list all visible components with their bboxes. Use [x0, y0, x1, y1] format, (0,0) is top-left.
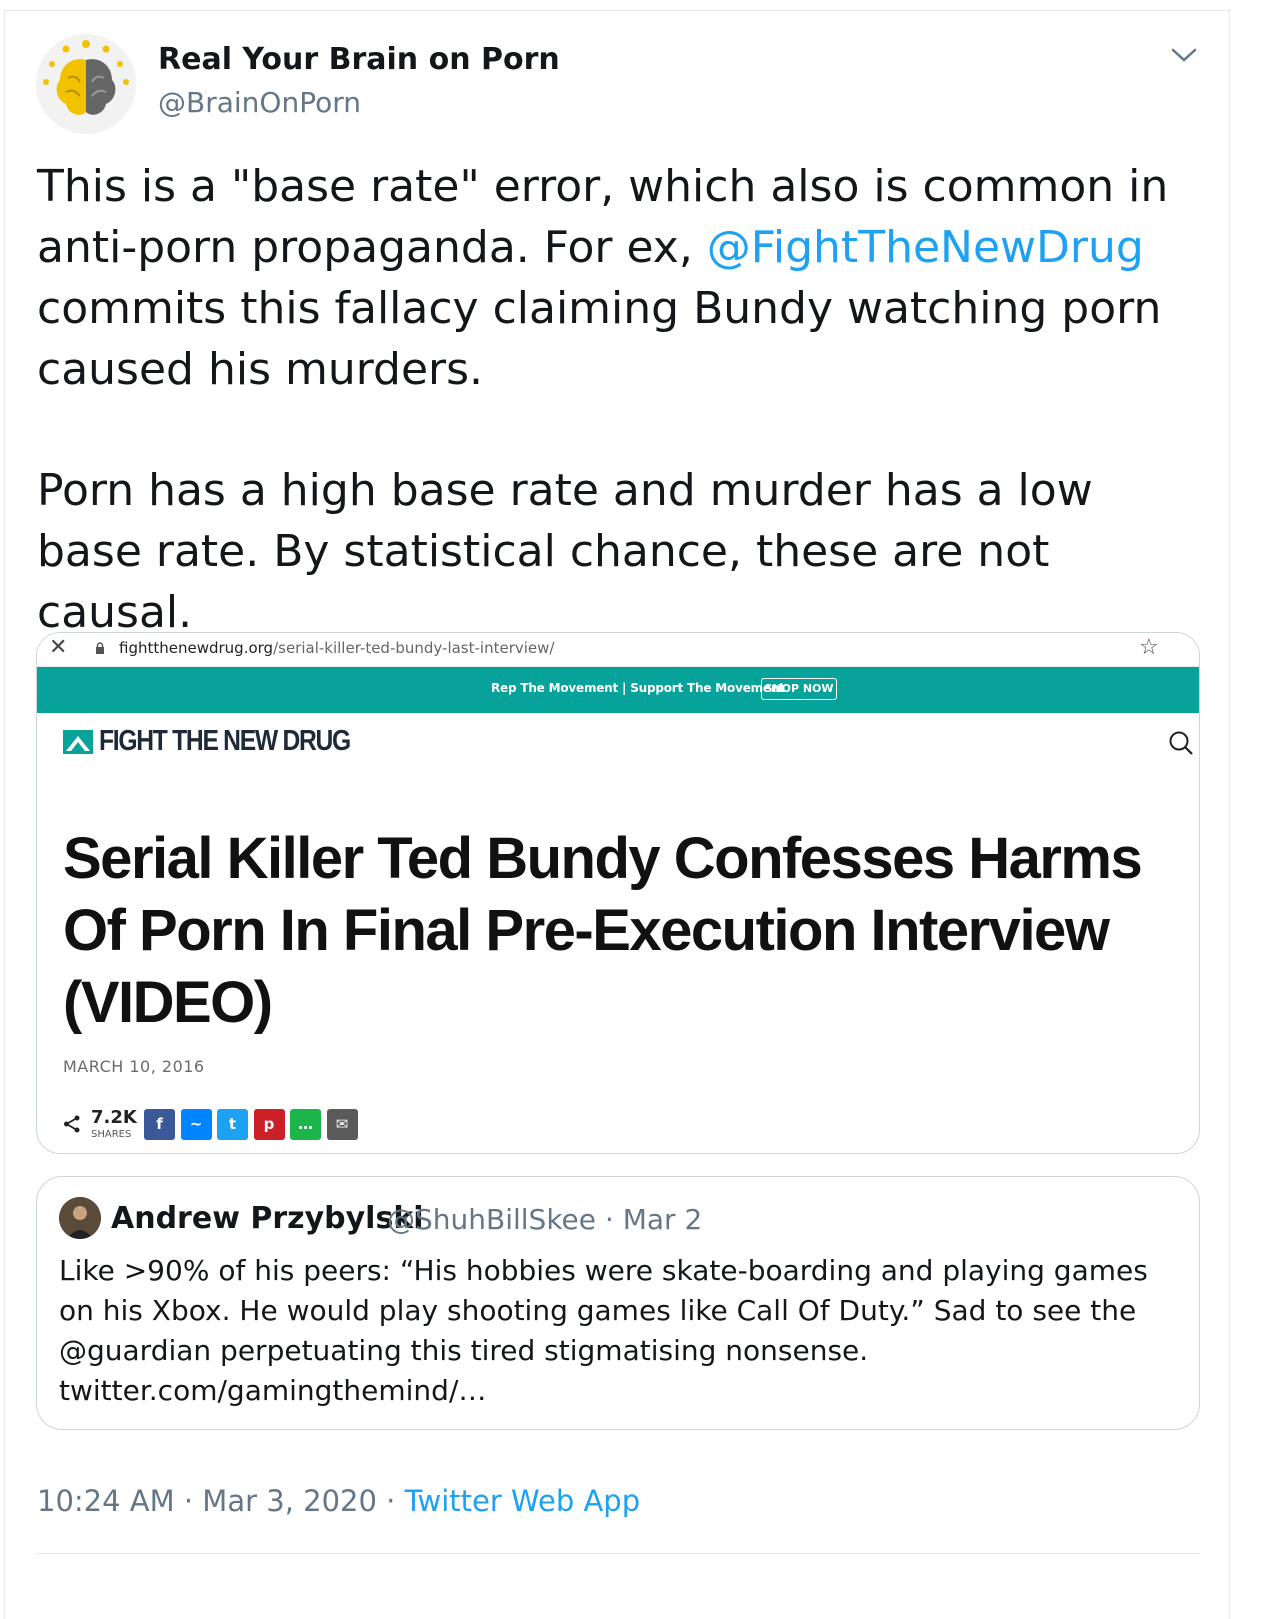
quoted-handle: @ShuhBillSkee: [387, 1203, 597, 1236]
tweet-text: This is a "base rate" error, which also …: [37, 156, 1207, 400]
sms-icon: …: [290, 1109, 321, 1140]
search-icon: [1169, 731, 1193, 755]
share-icon: [64, 1115, 80, 1133]
author-handle[interactable]: @BrainOnPorn: [158, 86, 361, 119]
promo-banner: Rep The Movement | Support The Movement …: [37, 667, 1199, 713]
url-domain: fightthenewdrug.org: [119, 639, 274, 657]
brain-logo-icon: [36, 34, 136, 134]
embedded-screenshot[interactable]: ✕ fightthenewdrug.org/serial-killer-ted-…: [36, 632, 1200, 1154]
promo-text: Rep The Movement | Support The Movement: [491, 681, 785, 695]
shop-now-button: SHOP NOW: [761, 678, 837, 700]
star-icon: ☆: [1139, 635, 1159, 660]
quoted-text: Like >90% of his peers: “His hobbies wer…: [59, 1254, 1148, 1407]
author-name[interactable]: Real Your Brain on Porn: [158, 42, 560, 77]
share-label: SHARES: [91, 1129, 132, 1140]
share-count: 7.2K: [91, 1107, 137, 1128]
pinterest-icon: p: [253, 1109, 285, 1140]
quoted-author-name[interactable]: Andrew Przybylski: [111, 1201, 424, 1236]
email-icon: ✉: [326, 1109, 358, 1140]
avatar[interactable]: [36, 34, 136, 134]
twitter-icon: t: [217, 1109, 248, 1140]
url-path: /serial-killer-ted-bundy-last-interview/: [273, 639, 555, 657]
quoted-date: · Mar 2: [604, 1203, 703, 1236]
lock-icon: [96, 642, 104, 654]
article-headline: Serial Killer Ted Bundy Confesses Harms …: [63, 826, 1143, 1035]
close-icon: ✕: [49, 635, 68, 660]
tweet-timestamp: 10:24 AM · Mar 3, 2020 · Twitter Web App: [37, 1484, 640, 1518]
tweet-text-part2: commits this fallacy claiming Bundy watc…: [37, 283, 1162, 395]
site-logo-text: FIGHT THE NEW DRUG: [99, 725, 351, 757]
url-text: fightthenewdrug.org/serial-killer-ted-bu…: [119, 639, 554, 657]
chevron-down-icon[interactable]: [1170, 44, 1198, 66]
facebook-icon: f: [144, 1109, 175, 1140]
divider: [36, 1553, 1200, 1554]
quoted-avatar[interactable]: [59, 1197, 101, 1239]
mention-link[interactable]: @FightTheNewDrug: [707, 222, 1144, 273]
source-app-link[interactable]: Twitter Web App: [405, 1484, 641, 1518]
browser-url-bar: ✕ fightthenewdrug.org/serial-killer-ted-…: [37, 633, 1199, 667]
quoted-tweet[interactable]: Andrew Przybylski @ShuhBillSkee · Mar 2 …: [36, 1176, 1200, 1430]
ftnd-logo-icon: [63, 730, 93, 754]
timestamp-text[interactable]: 10:24 AM · Mar 3, 2020 ·: [37, 1484, 405, 1518]
tweet-paragraph-2: Porn has a high base rate and murder has…: [37, 465, 1093, 638]
messenger-icon: ~: [180, 1109, 212, 1140]
article-date: MARCH 10, 2016: [63, 1057, 205, 1076]
quoted-author-meta[interactable]: @ShuhBillSkee · Mar 2: [387, 1203, 702, 1236]
